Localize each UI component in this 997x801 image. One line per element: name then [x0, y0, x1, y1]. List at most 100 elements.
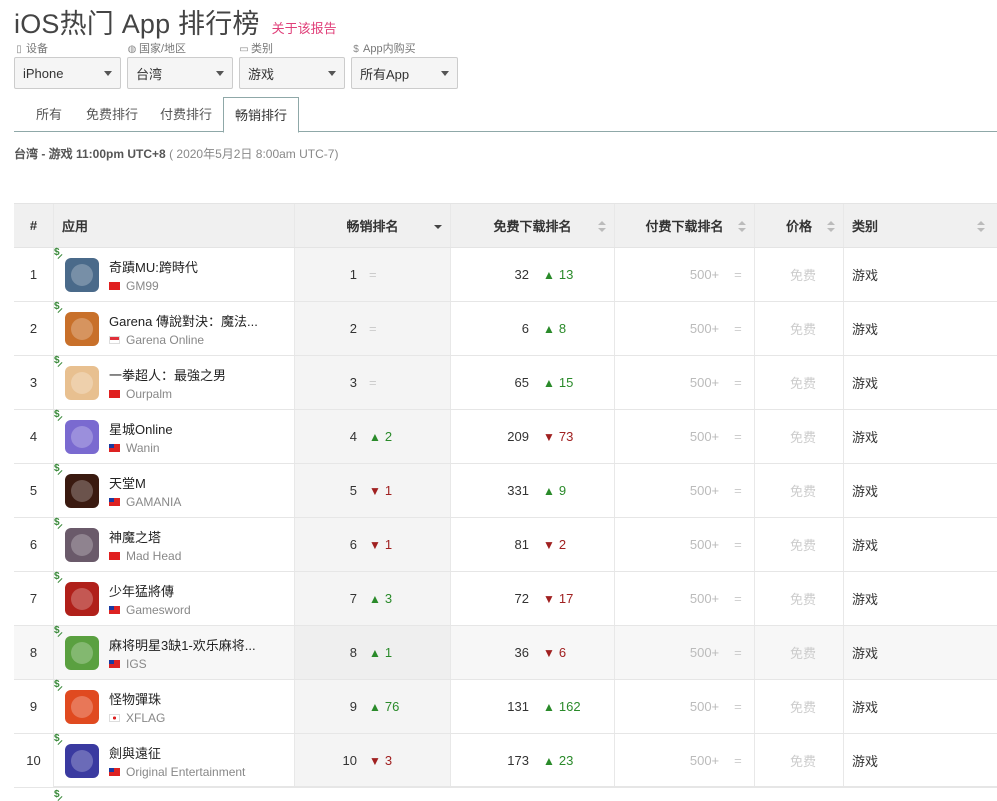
paid-rank-cell: 500+ = [615, 356, 755, 409]
table-row[interactable]: 3 $ 一拳超人：最強之男 Ourpalm 3 = 65 ▲ 15 500+ = 免费 游戏 [14, 355, 997, 410]
arrow-down-icon: ▼ [369, 537, 381, 552]
arrow-up-icon: ▲ [369, 591, 381, 606]
free-rank: 173 [507, 753, 529, 768]
header-category[interactable]: 类别 [844, 204, 993, 247]
publisher-name[interactable]: Wanin [126, 441, 160, 455]
app-icon[interactable] [65, 743, 99, 778]
table-row[interactable]: 4 $ 星城Online Wanin 4 ▲ 2 209 ▼ 73 500+ = 免费 游戏 [14, 409, 997, 464]
app-icon[interactable] [65, 635, 99, 670]
tab-all[interactable]: 所有 [14, 97, 75, 132]
app-cell[interactable]: $ 天堂M GAMANIA [54, 463, 295, 517]
iap-filter: $ App内购买 所有App [351, 42, 458, 89]
header-paid[interactable]: 付费下载排名 [615, 204, 755, 247]
publisher-name[interactable]: Ourpalm [126, 387, 172, 401]
table-row[interactable]: 10 $ 劍與遠征 Original Entertainment 10 ▼ 3 173 ▲ 23 5… [14, 733, 997, 788]
chevron-down-icon [441, 70, 449, 76]
header-grossing[interactable]: 畅销排名 [295, 204, 451, 247]
arrow-down-icon: ▼ [543, 591, 555, 606]
app-icon[interactable] [65, 311, 99, 346]
header-price[interactable]: 价格 [755, 204, 844, 247]
publisher-name[interactable]: Gamesword [126, 603, 191, 617]
app-name[interactable]: 劍與遠征 [109, 743, 245, 762]
app-name[interactable]: 神魔之塔 [109, 527, 181, 546]
paid-rank-cell: 500+ = [615, 302, 755, 355]
grossing-change: ▲ 1 [369, 645, 393, 660]
arrow-down-icon: ▼ [543, 429, 555, 444]
table-row[interactable]: 9 $ 怪物彈珠 XFLAG 9 ▲ 76 131 ▲ 162 500+ = 免费 游戏 [14, 679, 997, 734]
category[interactable]: 游戏 [852, 373, 878, 392]
app-cell[interactable]: $ Garena 傳說對決：魔法... Garena Online [54, 301, 295, 355]
app-name[interactable]: Garena 傳說對決：魔法... [109, 311, 258, 330]
tab-free[interactable]: 免费排行 [75, 97, 149, 132]
about-report-link[interactable]: 关于该报告 [272, 18, 337, 37]
table-row[interactable]: 7 $ 少年猛將傳 Gamesword 7 ▲ 3 72 ▼ 17 500+ = 免费 游戏 [14, 571, 997, 626]
table-row[interactable]: 8 $ 麻将明星3缺1-欢乐麻将... IGS 8 ▲ 1 36 ▼ 6 500+ = 免费 游戏 [14, 625, 997, 680]
free-rank-cell: 72 ▼ 17 [451, 572, 615, 625]
app-cell[interactable]: $ 少年猛將傳 Gamesword [54, 571, 295, 625]
table-row[interactable]: 2 $ Garena 傳說對決：魔法... Garena Online 2 = 6 ▲ 8 500… [14, 301, 997, 356]
app-name[interactable]: 奇蹟MU:跨時代 [109, 257, 198, 276]
table-row[interactable]: 6 $ 神魔之塔 Mad Head 6 ▼ 1 81 ▼ 2 500+ = 免费 游戏 [14, 517, 997, 572]
app-name[interactable]: 少年猛將傳 [109, 581, 191, 600]
app-cell[interactable]: $ 劍與遠征 Original Entertainment [54, 733, 295, 787]
country-select[interactable]: 台湾 [127, 57, 233, 89]
app-icon[interactable] [65, 257, 99, 292]
app-name[interactable]: 麻将明星3缺1-欢乐麻将... [109, 635, 256, 654]
category[interactable]: 游戏 [852, 535, 878, 554]
app-cell[interactable]: $ 麻将明星3缺1-欢乐麻将... IGS [54, 625, 295, 679]
free-rank: 36 [514, 645, 529, 660]
app-cell[interactable]: $ 一拳超人：最強之男 Ourpalm [54, 355, 295, 409]
app-icon[interactable] [65, 689, 99, 724]
category[interactable]: 游戏 [852, 319, 878, 338]
device-select[interactable]: iPhone [14, 57, 121, 89]
app-icon[interactable] [65, 527, 99, 562]
paid-rank: 500+ [689, 699, 720, 714]
publisher-name[interactable]: Original Entertainment [126, 765, 245, 779]
publisher-name[interactable]: IGS [126, 657, 147, 671]
device-icon: ▯ [16, 44, 22, 55]
category[interactable]: 游戏 [852, 643, 878, 662]
app-icon[interactable] [65, 581, 99, 616]
table-row[interactable]: 1 $ 奇蹟MU:跨時代 GM99 1 = 32 ▲ 13 500+ = 免费 游戏 [14, 247, 997, 302]
category-select[interactable]: 游戏 [239, 57, 345, 89]
table-row[interactable]: 5 $ 天堂M GAMANIA 5 ▼ 1 331 ▲ 9 500+ = 免费 游戏 [14, 463, 997, 518]
app-name[interactable]: 星城Online [109, 419, 173, 438]
country-flag-icon [109, 497, 120, 506]
free-change: ▲ 15 [543, 375, 574, 390]
app-icon[interactable] [65, 473, 99, 508]
app-icon[interactable] [65, 419, 99, 454]
header-free[interactable]: 免费下载排名 [451, 204, 615, 247]
free-rank-cell: 6 ▲ 8 [451, 302, 615, 355]
category[interactable]: 游戏 [852, 697, 878, 716]
publisher-name[interactable]: Garena Online [126, 333, 204, 347]
price-cell: 免费 [755, 464, 844, 517]
country-flag-icon [109, 443, 120, 452]
app-cell[interactable]: $ 怪物彈珠 XFLAG [54, 679, 295, 733]
app-name[interactable]: 怪物彈珠 [109, 689, 165, 708]
tab-grossing[interactable]: 畅销排行 [223, 97, 300, 133]
iap-select[interactable]: 所有App [351, 57, 458, 89]
app-cell[interactable]: $ 星城Online Wanin [54, 409, 295, 463]
publisher-name[interactable]: XFLAG [126, 711, 165, 725]
category[interactable]: 游戏 [852, 481, 878, 500]
app-name[interactable]: 天堂M [109, 473, 181, 492]
grossing-rank: 4 [349, 429, 357, 444]
category[interactable]: 游戏 [852, 751, 878, 770]
app-icon[interactable] [65, 365, 99, 400]
free-rank-cell: 65 ▲ 15 [451, 356, 615, 409]
free-rank: 65 [514, 375, 529, 390]
app-cell[interactable]: $ 奇蹟MU:跨時代 GM99 [54, 247, 295, 301]
publisher-name[interactable]: Mad Head [126, 549, 181, 563]
publisher-name[interactable]: GAMANIA [126, 495, 181, 509]
category[interactable]: 游戏 [852, 265, 878, 284]
tab-paid[interactable]: 付费排行 [149, 97, 223, 132]
category[interactable]: 游戏 [852, 589, 878, 608]
app-cell[interactable]: $ 神魔之塔 Mad Head [54, 517, 295, 571]
grossing-rank: 3 [349, 375, 357, 390]
publisher-name[interactable]: GM99 [126, 279, 159, 293]
category-cell: 游戏 [844, 518, 993, 571]
app-name[interactable]: 一拳超人：最強之男 [109, 365, 226, 384]
category[interactable]: 游戏 [852, 427, 878, 446]
paid-rank: 500+ [689, 321, 720, 336]
paid-change: = [734, 321, 742, 336]
